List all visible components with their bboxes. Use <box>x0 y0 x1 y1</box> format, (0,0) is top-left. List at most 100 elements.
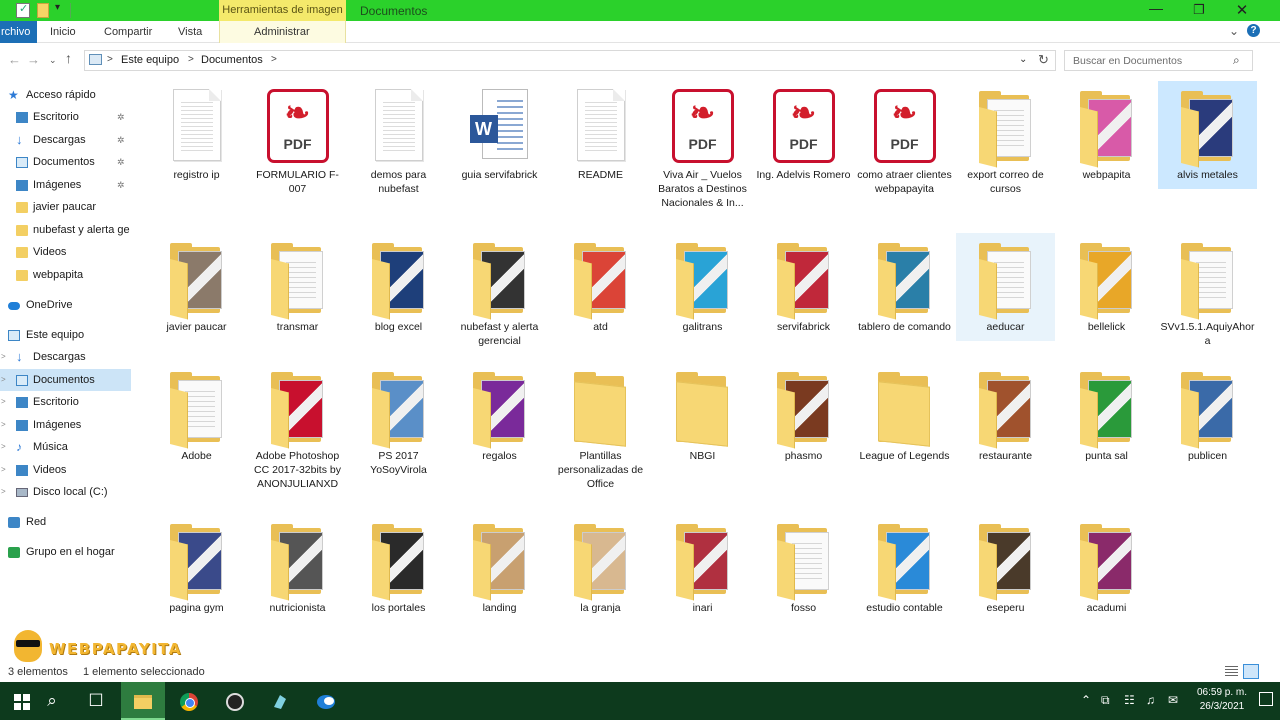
file-item[interactable]: ❧ PDF Viva Air _ Vuelos Baratos a Destinos… <box>653 81 752 210</box>
search-icon[interactable]: ⌕ <box>30 682 74 720</box>
folder-item[interactable]: acadumi <box>1057 514 1156 615</box>
show-hidden-icons[interactable]: ⌃ <box>1081 693 1091 707</box>
nav-item-escritorio[interactable]: Escritorio ✲ <box>0 106 131 128</box>
address-dropdown-icon[interactable]: ⌄ <box>1019 54 1027 65</box>
pin-icon[interactable]: ✲ <box>117 174 125 196</box>
nav-item-nubefast-y-alerta-ge[interactable]: nubefast y alerta ge <box>0 219 131 241</box>
folder-item[interactable]: Adobe Photoshop CC 2017-32bits by ANONJU… <box>248 362 347 491</box>
folder-item[interactable]: regalos <box>450 362 549 463</box>
nav-item-javier-paucar[interactable]: javier paucar <box>0 196 131 218</box>
folder-item[interactable]: bellelick <box>1057 233 1156 334</box>
folder-item[interactable]: blog excel <box>349 233 448 334</box>
expand-chevron-icon[interactable]: > <box>1 436 6 458</box>
file-item[interactable]: README <box>551 81 650 182</box>
nav-item-este-equipo[interactable]: Este equipo <box>0 324 131 346</box>
file-item[interactable]: registro ip <box>147 81 246 182</box>
nav-item-red[interactable]: Red <box>0 511 131 533</box>
chrome-icon[interactable] <box>167 682 211 720</box>
folder-item[interactable]: servifabrick <box>754 233 853 334</box>
file-item[interactable]: ❧ PDF como atraer clientes webpapayita <box>855 81 954 196</box>
notes-app-icon[interactable] <box>258 682 302 720</box>
expand-chevron-icon[interactable]: > <box>1 414 6 436</box>
folder-item[interactable]: restaurante <box>956 362 1055 463</box>
network-icon[interactable]: ☷ <box>1124 693 1135 707</box>
tab-file[interactable]: rchivo <box>0 21 37 43</box>
task-view-icon[interactable]: ☐ <box>74 682 118 720</box>
large-icons-view-icon[interactable] <box>1243 664 1259 679</box>
back-button[interactable]: ← <box>8 52 21 67</box>
nav-item-descargas[interactable]: > ↓ Descargas <box>0 346 131 368</box>
folder-item[interactable]: tablero de comando <box>855 233 954 334</box>
folder-item[interactable]: Adobe <box>147 362 246 463</box>
file-explorer-icon[interactable] <box>121 682 165 720</box>
customize-toolbar-icon[interactable]: ▾ <box>55 2 60 17</box>
folder-item[interactable]: los portales <box>349 514 448 615</box>
nav-item-imágenes[interactable]: > Imágenes <box>0 414 131 436</box>
folder-item[interactable]: inari <box>653 514 752 615</box>
folder-item[interactable]: webpapita <box>1057 81 1156 182</box>
breadcrumb-separator[interactable]: > <box>107 54 113 65</box>
folder-item[interactable]: PS 2017 YoSoyVirola <box>349 362 448 477</box>
folder-item[interactable]: landing <box>450 514 549 615</box>
nav-item-descargas[interactable]: ↓ Descargas ✲ <box>0 129 131 151</box>
volume-icon[interactable]: ♫ <box>1146 693 1155 707</box>
new-folder-icon[interactable] <box>37 3 49 18</box>
minimize-button[interactable]: — <box>1141 0 1171 16</box>
folder-item[interactable]: alvis metales <box>1158 81 1257 189</box>
nav-item-videos[interactable]: > Videos <box>0 459 131 481</box>
nav-item-webpapita[interactable]: webpapita <box>0 264 131 286</box>
expand-chevron-icon[interactable]: > <box>1 481 6 503</box>
obs-icon[interactable] <box>213 682 257 720</box>
folder-item[interactable]: transmar <box>248 233 347 334</box>
folder-item[interactable]: pagina gym <box>147 514 246 615</box>
breadcrumb-separator[interactable]: > <box>271 54 277 65</box>
expand-chevron-icon[interactable]: > <box>1 346 6 368</box>
folder-item[interactable]: NBGI <box>653 362 752 463</box>
folder-item[interactable]: nutricionista <box>248 514 347 615</box>
maximize-button[interactable]: ❐ <box>1184 2 1214 18</box>
tab-home[interactable]: Inicio <box>50 21 76 43</box>
tab-manage[interactable]: Administrar <box>254 21 310 43</box>
nav-item-acceso-rápido[interactable]: ★ Acceso rápido <box>0 84 131 106</box>
pin-icon[interactable]: ✲ <box>117 129 125 151</box>
file-item[interactable]: ❧ PDF Ing. Adelvis Romero <box>754 81 853 182</box>
folder-item[interactable]: aeducar <box>956 233 1055 341</box>
tab-share[interactable]: Compartir <box>104 21 152 43</box>
nav-item-escritorio[interactable]: > Escritorio <box>0 391 131 413</box>
nav-item-onedrive[interactable]: OneDrive <box>0 294 131 316</box>
nav-item-documentos[interactable]: > Documentos <box>0 369 131 391</box>
pin-icon[interactable]: ✲ <box>117 151 125 173</box>
folder-item[interactable]: nubefast y alerta gerencial <box>450 233 549 348</box>
folder-item[interactable]: export correo de cursos <box>956 81 1055 196</box>
folder-item[interactable]: javier paucar <box>147 233 246 334</box>
folder-item[interactable]: publicen <box>1158 362 1257 463</box>
nav-item-disco-local-c-[interactable]: > Disco local (C:) <box>0 481 131 503</box>
nav-item-música[interactable]: > ♪ Música <box>0 436 131 458</box>
close-button[interactable]: ✕ <box>1227 1 1257 19</box>
expand-ribbon-icon[interactable]: ⌄ <box>1229 24 1239 38</box>
search-icon[interactable]: ⌕ <box>1233 53 1240 68</box>
notification-icon[interactable] <box>1259 692 1273 706</box>
nav-item-grupo-en-el-hogar[interactable]: Grupo en el hogar <box>0 541 131 563</box>
folder-item[interactable]: atd <box>551 233 650 334</box>
nav-item-videos[interactable]: Videos <box>0 241 131 263</box>
tab-view[interactable]: Vista <box>178 21 202 43</box>
recent-locations-button[interactable]: ⌄ <box>49 55 57 66</box>
clock[interactable]: 06:59 p. m. 26/3/2021 <box>1192 686 1252 714</box>
expand-chevron-icon[interactable]: > <box>1 459 6 481</box>
breadcrumb-este-equipo[interactable]: Este equipo <box>121 54 179 66</box>
folder-item[interactable]: eseperu <box>956 514 1055 615</box>
display-icon[interactable]: ⧉ <box>1101 693 1110 708</box>
details-view-icon[interactable] <box>1225 666 1238 677</box>
breadcrumb-separator[interactable]: > <box>188 54 194 65</box>
folder-item[interactable]: la granja <box>551 514 650 615</box>
folder-item[interactable]: SVv1.5.1.AquiyAhora <box>1158 233 1257 348</box>
expand-chevron-icon[interactable]: > <box>1 369 6 391</box>
folder-item[interactable]: phasmo <box>754 362 853 463</box>
file-item[interactable]: demos para nubefast <box>349 81 448 196</box>
address-bar[interactable]: > Este equipo > Documentos > ⌄ ↻ <box>84 50 1056 71</box>
pin-icon[interactable]: ✲ <box>117 106 125 128</box>
expand-chevron-icon[interactable]: > <box>1 391 6 413</box>
properties-icon[interactable] <box>16 2 30 18</box>
folder-item[interactable]: punta sal <box>1057 362 1156 463</box>
